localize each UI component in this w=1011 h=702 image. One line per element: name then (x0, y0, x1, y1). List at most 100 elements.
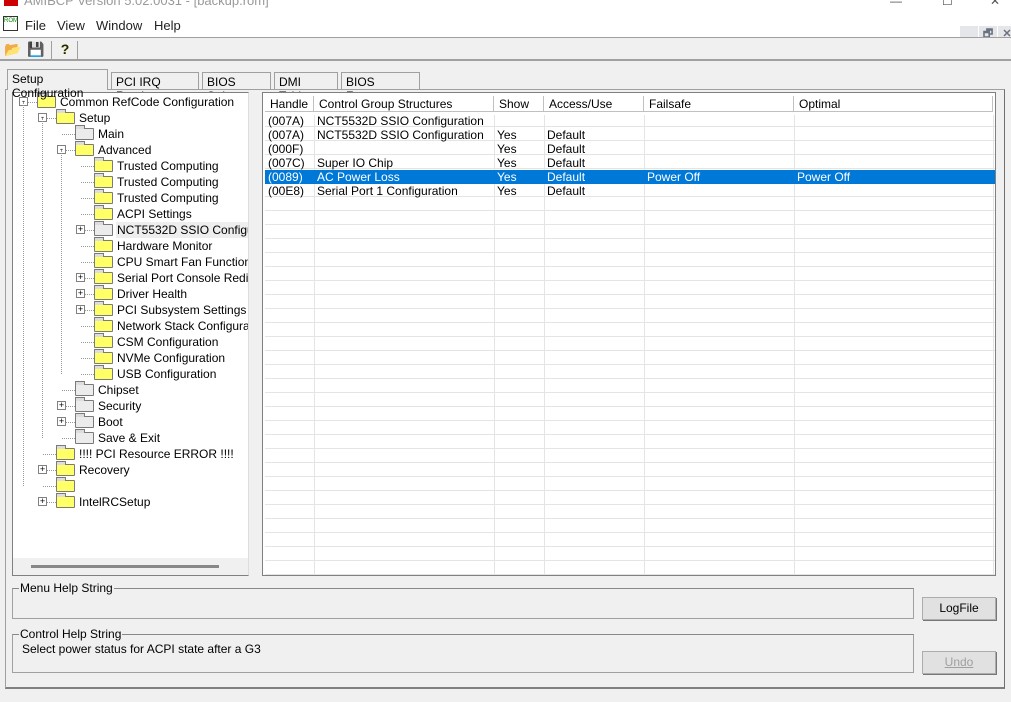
tree-node[interactable]: CSM Configuration (13, 333, 248, 350)
tree-node[interactable]: USB Configuration (13, 365, 248, 382)
expand-icon[interactable]: + (57, 401, 66, 410)
tab-bios-strings[interactable]: BIOS Strings (202, 72, 271, 103)
folder-icon (56, 477, 75, 492)
table-row[interactable]: (00E8) Serial Port 1 Configuration Yes Defa… (265, 184, 995, 198)
toolbar: 📂 💾 ? (0, 37, 1011, 61)
folder-icon (94, 365, 113, 380)
table-cell: (007A) (268, 128, 305, 142)
table-cell (644, 114, 794, 128)
expand-icon[interactable]: + (38, 497, 47, 506)
tree-node-label: ACPI Settings (117, 207, 192, 221)
table-row[interactable]: (007A) NCT5532D SSIO Configuration Yes Defa… (265, 128, 995, 142)
setup-tree[interactable]: - Common RefCode Configuration - Setup Main -… (12, 92, 249, 576)
tree-node[interactable]: CPU Smart Fan Function (13, 253, 248, 270)
tree-node[interactable]: Network Stack Configuration (13, 317, 249, 334)
table-cell: Default (547, 142, 586, 156)
undo-button[interactable]: Undo (922, 651, 996, 674)
tree-node[interactable]: + Boot (13, 413, 248, 430)
menu-window[interactable]: Window (96, 18, 142, 33)
tree-node[interactable]: Chipset (13, 381, 248, 398)
minimize-button[interactable]: — (890, 0, 902, 8)
expand-icon[interactable]: + (76, 305, 85, 314)
control-help-group: Control Help String Select power status … (12, 627, 914, 673)
window-title: AMIBCP Version 5.02.0031 - [backup.rom] (24, 0, 269, 8)
tab-setup-configuration[interactable]: Setup Configuration (7, 69, 108, 100)
column-header-control-group-structures[interactable]: Control Group Structures (314, 96, 494, 112)
help-icon[interactable]: ? (56, 41, 74, 58)
menu-help-label: Menu Help String (20, 581, 113, 595)
tree-node[interactable]: + Security (13, 397, 248, 414)
column-header-failsafe[interactable]: Failsafe (644, 96, 794, 112)
tree-node[interactable]: Trusted Computing (13, 157, 248, 174)
tab-bios-features[interactable]: BIOS Features (341, 72, 420, 103)
tree-node[interactable] (13, 477, 248, 494)
table-cell: (007A) (268, 114, 305, 128)
expand-icon[interactable]: + (38, 465, 47, 474)
tree-node-label: Save & Exit (98, 431, 161, 445)
tree-node[interactable]: - Setup (13, 109, 248, 126)
tree-node-label: Trusted Computing (117, 191, 219, 205)
folder-icon (94, 349, 113, 364)
tree-node-label: Trusted Computing (117, 159, 219, 173)
close-button[interactable]: ✕ (990, 0, 1000, 8)
column-header-handle[interactable]: Handle (265, 96, 314, 112)
menu-help-group: Menu Help String (12, 581, 914, 619)
tree-node-label: Serial Port Console Redirection (117, 271, 249, 285)
tree-node[interactable]: + Recovery (13, 461, 248, 478)
table-row[interactable]: (007A) NCT5532D SSIO Configuration (265, 114, 995, 128)
table-cell (644, 184, 794, 198)
column-header-show[interactable]: Show (494, 96, 544, 112)
table-cell: Default (547, 184, 586, 198)
menu-view[interactable]: View (57, 18, 85, 33)
table-cell: (000F) (268, 142, 304, 156)
table-cell: Yes (497, 128, 517, 142)
table-row[interactable]: (000F) Yes Default (265, 142, 995, 156)
folder-icon (75, 397, 94, 412)
tab-pci-irq-routing[interactable]: PCI IRQ Routing (111, 72, 199, 103)
tree-node-label: Chipset (98, 383, 139, 397)
tree-node[interactable]: Trusted Computing (13, 189, 248, 206)
tree-node[interactable]: Hardware Monitor (13, 237, 248, 254)
expand-icon[interactable]: + (57, 417, 66, 426)
tree-node-label: Driver Health (117, 287, 188, 301)
tree-node[interactable]: Save & Exit (13, 429, 248, 446)
tree-node-label: NCT5532D SSIO Configuration (116, 222, 248, 238)
tree-node[interactable]: NVMe Configuration (13, 349, 248, 366)
tree-node[interactable]: ACPI Settings (13, 205, 248, 222)
table-cell (314, 142, 494, 156)
table-cell (794, 128, 993, 142)
open-folder-icon[interactable]: 📂 (4, 41, 22, 58)
tree-node-label: Security (98, 399, 142, 413)
tree-node-label: Common RefCode Configuration (60, 95, 235, 109)
menu-help[interactable]: Help (154, 18, 181, 33)
save-icon[interactable]: 💾 (27, 41, 45, 58)
maximize-button[interactable]: ☐ (942, 0, 953, 8)
tree-node[interactable]: !!!! PCI Resource ERROR !!!! (13, 445, 248, 462)
tree-node-label: Network Stack Configuration (117, 319, 249, 333)
rom-doc-icon[interactable]: ROM (3, 16, 18, 31)
menu-file[interactable]: File (25, 18, 46, 33)
tree-node[interactable]: + Driver Health (13, 285, 248, 302)
table-row[interactable]: (0089) AC Power Loss Yes Default Power Off Po… (265, 170, 995, 184)
expand-icon[interactable]: + (76, 289, 85, 298)
tree-node[interactable]: + IntelRCSetup (13, 493, 248, 510)
column-header-access-use[interactable]: Access/Use (544, 96, 644, 112)
tree-node[interactable]: Main (13, 125, 248, 142)
tab-dmi-tables[interactable]: DMI Tables (274, 72, 338, 103)
scrollbar-thumb[interactable] (31, 565, 219, 568)
table-row[interactable]: (007C) Super IO Chip Yes Default (265, 156, 995, 170)
expand-icon[interactable]: + (76, 273, 85, 282)
tree-node[interactable]: + PCI Subsystem Settings (13, 301, 248, 318)
tree-node[interactable]: Trusted Computing (13, 173, 248, 190)
tree-node[interactable]: + NCT5532D SSIO Configuration (13, 221, 248, 238)
expand-icon[interactable]: + (76, 225, 85, 234)
table-cell (644, 142, 794, 156)
column-header-optimal[interactable]: Optimal (794, 96, 993, 112)
folder-icon (56, 493, 75, 508)
control-grid[interactable]: Handle Control Group Structures Show Access… (262, 92, 996, 576)
table-cell: (00E8) (268, 184, 305, 198)
horizontal-scrollbar[interactable] (13, 558, 248, 575)
logfile-button[interactable]: LogFile (922, 597, 996, 620)
tree-node[interactable]: + Serial Port Console Redirection (13, 269, 249, 286)
tree-node[interactable]: - Advanced (13, 141, 248, 158)
